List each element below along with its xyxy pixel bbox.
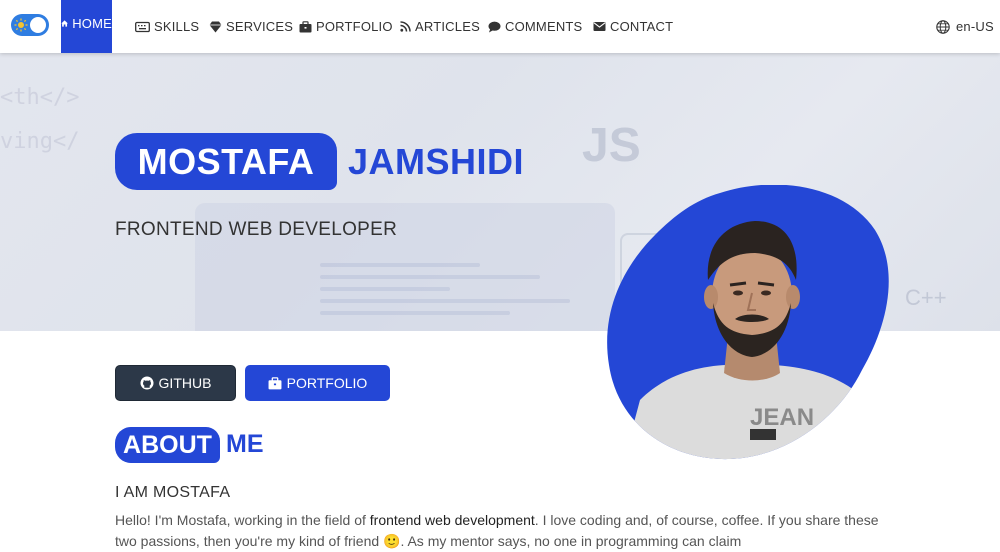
nav-comments-label: COMMENTS	[505, 19, 583, 34]
github-button[interactable]: GITHUB	[115, 365, 236, 401]
nav-services-label: SERVICES	[226, 19, 294, 34]
top-navbar: HOME SKILLS SERVICES PORTFOLIO ARTICLES	[0, 0, 1000, 53]
nav-contact[interactable]: CONTACT	[593, 0, 673, 53]
globe-icon	[936, 19, 950, 34]
comment-icon	[488, 21, 501, 32]
hero-role: FRONTEND WEB DEVELOPER	[115, 219, 398, 240]
toggle-knob	[30, 17, 46, 33]
nav-contact-label: CONTACT	[610, 19, 674, 34]
language-label: en-US	[956, 19, 994, 34]
nav-home[interactable]: HOME	[61, 0, 112, 53]
nav-portfolio[interactable]: PORTFOLIO	[299, 0, 393, 53]
portfolio-button-label: PORTFOLIO	[286, 375, 368, 391]
bg-cpp-logo: C++	[905, 285, 947, 310]
bg-js-logo: JS	[582, 119, 641, 172]
about-title-rest: ME	[226, 430, 264, 458]
github-button-label: GITHUB	[158, 375, 212, 391]
envelope-icon	[593, 22, 606, 31]
bg-code-decoration: <th</>	[0, 85, 80, 110]
nav-portfolio-label: PORTFOLIO	[316, 19, 393, 34]
bg-code-line	[320, 299, 570, 303]
svg-text:JEAN: JEAN	[750, 404, 814, 431]
github-icon	[140, 376, 154, 390]
about-subheading: I AM MOSTAFA	[115, 484, 231, 501]
nav-skills-label: SKILLS	[154, 19, 200, 34]
about-title-highlight: ABOUT	[115, 427, 220, 463]
about-paragraph-part1: Hello! I'm Mostafa, working in the field…	[115, 512, 370, 528]
bg-code-decoration-2: ving</	[0, 129, 80, 154]
portfolio-button[interactable]: PORTFOLIO	[245, 365, 390, 401]
bg-code-line	[320, 311, 510, 315]
language-switcher[interactable]: en-US	[936, 0, 994, 53]
keyboard-icon	[135, 21, 150, 32]
home-icon	[61, 20, 68, 27]
bg-code-line	[320, 275, 540, 279]
nav-skills[interactable]: SKILLS	[135, 0, 199, 53]
nav-home-label: HOME	[72, 16, 112, 31]
nav-articles-label: ARTICLES	[415, 19, 480, 34]
hero-first-name: MOSTAFA	[115, 133, 337, 190]
about-paragraph: Hello! I'm Mostafa, working in the field…	[115, 510, 895, 552]
briefcase-icon	[268, 376, 282, 389]
bg-code-line	[320, 263, 480, 267]
nav-comments[interactable]: COMMENTS	[488, 0, 582, 53]
nav-services[interactable]: SERVICES	[209, 0, 293, 53]
profile-avatar: JEAN	[607, 185, 889, 460]
about-paragraph-highlight: frontend web development	[369, 512, 535, 528]
hero-last-name: JAMSHIDI	[348, 141, 525, 182]
bg-code-line	[320, 287, 450, 291]
sun-icon	[14, 18, 28, 32]
theme-toggle[interactable]	[11, 14, 49, 36]
gem-icon	[209, 21, 222, 32]
briefcase-icon	[299, 20, 312, 32]
rss-icon	[400, 21, 411, 32]
nav-articles[interactable]: ARTICLES	[400, 0, 480, 53]
